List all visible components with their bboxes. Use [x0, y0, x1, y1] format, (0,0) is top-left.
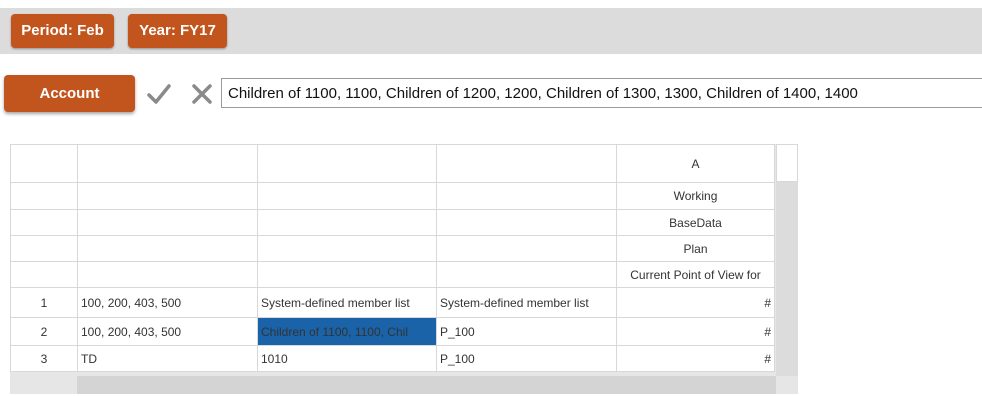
- dimension-row: Working: [10, 182, 775, 210]
- grid-cell[interactable]: System-defined member list: [436, 287, 617, 318]
- grid-cell[interactable]: P_100: [436, 345, 617, 372]
- close-icon[interactable]: [189, 80, 215, 108]
- empty-cell: [10, 235, 78, 262]
- row-header[interactable]: 2: [10, 317, 78, 346]
- row-header[interactable]: 1: [10, 287, 78, 318]
- column-header-row: A: [10, 144, 775, 183]
- period-pov-button[interactable]: Period: Feb: [11, 14, 114, 48]
- data-cell[interactable]: #: [616, 345, 775, 372]
- dimension-row: Plan: [10, 235, 775, 262]
- checkmark-icon[interactable]: [146, 80, 172, 108]
- account-button[interactable]: Account: [4, 75, 135, 112]
- column-header-a[interactable]: A: [616, 144, 775, 183]
- empty-cell: [436, 261, 617, 288]
- data-cell[interactable]: #: [616, 287, 775, 318]
- dimension-row: Current Point of View for: [10, 261, 775, 288]
- scrollbar-corner: [776, 144, 798, 182]
- empty-cell: [257, 235, 437, 262]
- empty-cell: [257, 261, 437, 288]
- empty-cell: [10, 182, 78, 210]
- empty-cell: [77, 209, 258, 236]
- empty-cell: [436, 235, 617, 262]
- selected-grid-cell[interactable]: Children of 1100, 1100, Chil: [257, 317, 437, 346]
- dimension-header-cell[interactable]: Current Point of View for: [616, 261, 775, 288]
- empty-cell: [10, 261, 78, 288]
- grid-cell[interactable]: 1010: [257, 345, 437, 372]
- year-pov-button[interactable]: Year: FY17: [128, 14, 227, 48]
- table-row: 1 100, 200, 403, 500 System-defined memb…: [10, 287, 775, 318]
- empty-header-cell: [436, 144, 617, 183]
- dimension-row: BaseData: [10, 209, 775, 236]
- table-row: 3 TD 1010 P_100 #: [10, 345, 775, 372]
- data-cell[interactable]: #: [616, 317, 775, 346]
- empty-cell: [436, 209, 617, 236]
- grid-cell[interactable]: TD: [77, 345, 258, 372]
- pov-bar: Period: Feb Year: FY17: [0, 8, 982, 54]
- dimension-header-cell[interactable]: BaseData: [616, 209, 775, 236]
- row-header[interactable]: 3: [10, 345, 78, 372]
- dimension-header-cell[interactable]: Working: [616, 182, 775, 210]
- table-row: 2 100, 200, 403, 500 Children of 1100, 1…: [10, 317, 775, 346]
- dimension-header-cell[interactable]: Plan: [616, 235, 775, 262]
- grid-cell[interactable]: 100, 200, 403, 500: [77, 287, 258, 318]
- data-grid: A Working BaseData Plan Current Point of…: [10, 144, 798, 394]
- empty-cell: [77, 235, 258, 262]
- grid-cell[interactable]: System-defined member list: [257, 287, 437, 318]
- grid-table: A Working BaseData Plan Current Point of…: [10, 144, 775, 372]
- empty-cell: [257, 182, 437, 210]
- empty-cell: [77, 182, 258, 210]
- empty-header-cell: [257, 144, 437, 183]
- empty-cell: [10, 209, 78, 236]
- horizontal-scrollbar[interactable]: [77, 376, 776, 394]
- grid-cell[interactable]: P_100: [436, 317, 617, 346]
- grid-corner-cell: [10, 144, 78, 183]
- empty-cell: [436, 182, 617, 210]
- empty-cell: [257, 209, 437, 236]
- empty-header-cell: [77, 144, 258, 183]
- empty-cell: [77, 261, 258, 288]
- grid-cell[interactable]: 100, 200, 403, 500: [77, 317, 258, 346]
- member-selection-input[interactable]: [221, 78, 982, 108]
